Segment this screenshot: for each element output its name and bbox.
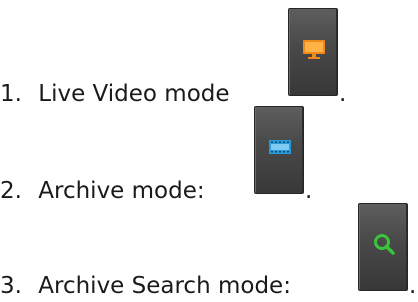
list-item-live-video: 1. Live Video mode bbox=[0, 81, 230, 107]
item-number: 1. bbox=[0, 81, 22, 107]
live-video-mode-button[interactable] bbox=[288, 8, 338, 96]
item-number: 3. bbox=[0, 273, 22, 299]
monitor-icon bbox=[302, 37, 326, 61]
item-label: Live Video mode bbox=[38, 81, 230, 107]
archive-search-mode-button[interactable] bbox=[358, 203, 408, 291]
film-strip-icon bbox=[268, 135, 292, 159]
item-label: Archive Search mode: bbox=[38, 273, 291, 299]
magnifier-icon bbox=[372, 232, 396, 256]
archive-mode-button[interactable] bbox=[254, 106, 304, 194]
list-item-archive-search: 3. Archive Search mode: bbox=[0, 273, 291, 299]
item-end-punct: . bbox=[339, 81, 347, 107]
item-number: 2. bbox=[0, 178, 22, 204]
item-label: Archive mode: bbox=[38, 178, 205, 204]
list-item-archive: 2. Archive mode: bbox=[0, 178, 205, 204]
item-end-punct: . bbox=[305, 178, 313, 204]
item-end-punct: . bbox=[409, 273, 417, 299]
